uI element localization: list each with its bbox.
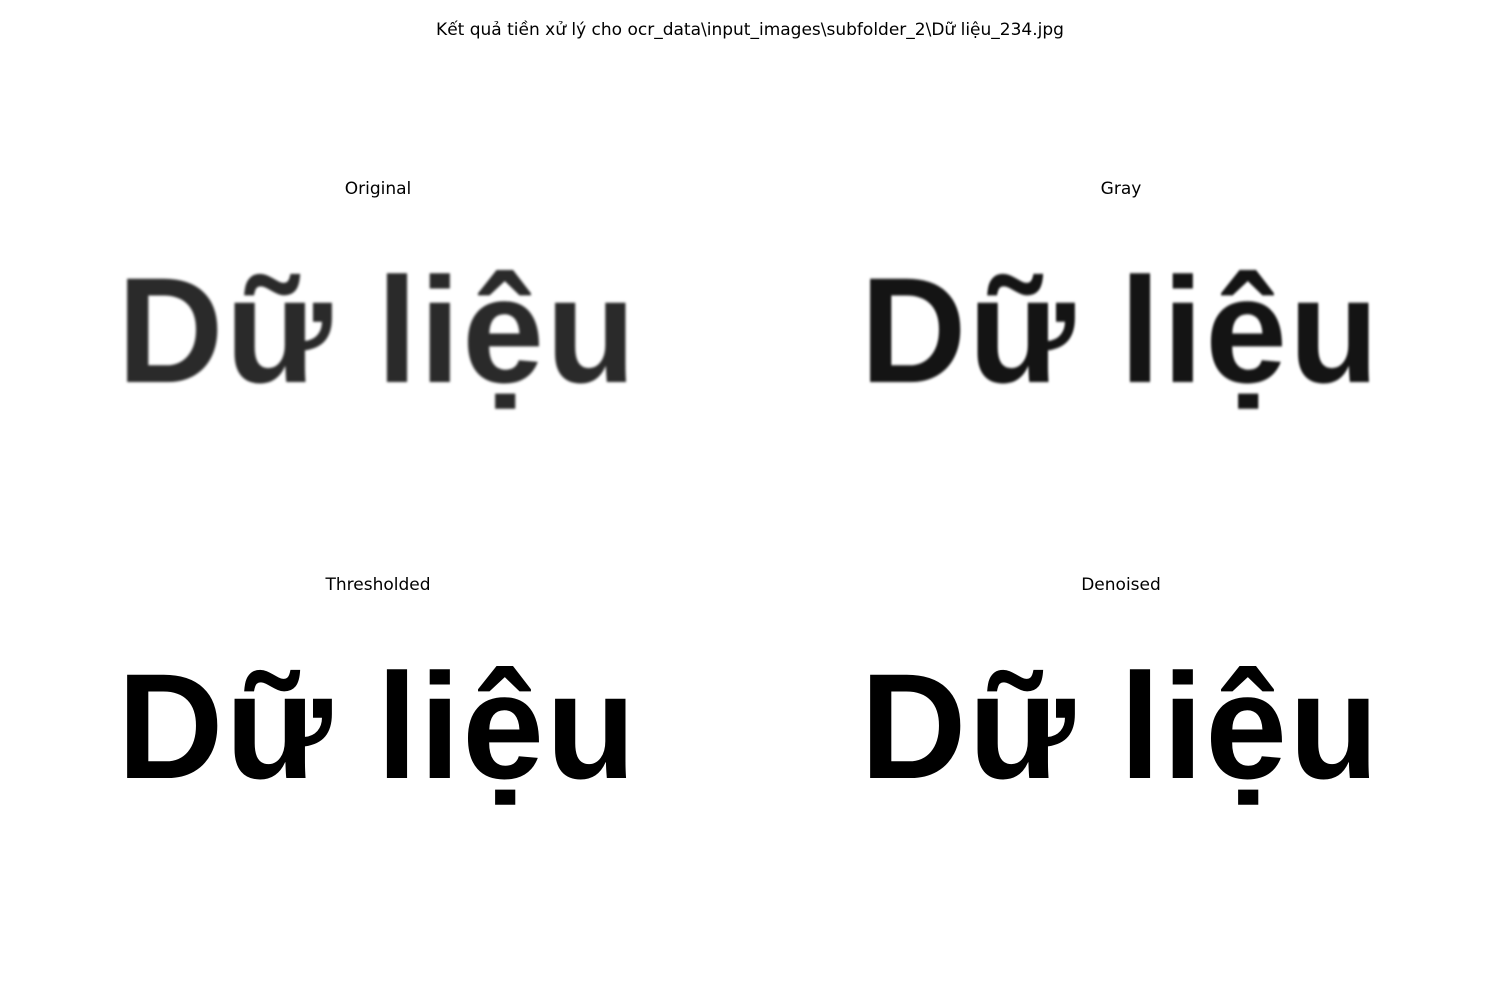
panel-title-denoised: Denoised [1081, 575, 1161, 595]
gray-image-text: Dữ liệu [860, 246, 1382, 414]
thresholded-image-text: Dữ liệu [117, 642, 639, 810]
figure-title: Kết quả tiền xử lý cho ocr_data\input_im… [436, 20, 1064, 40]
original-image-text: Dữ liệu [117, 246, 639, 414]
panel-original: Original Dữ liệu [18, 178, 738, 418]
panel-title-original: Original [344, 179, 412, 199]
panel-thresholded: Thresholded Dữ liệu [18, 574, 738, 814]
gray-image: Dữ liệu [761, 240, 1481, 420]
panel-title-gray: Gray [1100, 179, 1142, 199]
original-image: Dữ liệu [18, 240, 738, 420]
denoised-image-text: Dữ liệu [860, 642, 1382, 810]
panel-gray: Gray Dữ liệu [761, 178, 1481, 418]
panel-title-thresholded: Thresholded [325, 575, 431, 595]
panel-denoised: Denoised Dữ liệu [761, 574, 1481, 814]
denoised-image: Dữ liệu [761, 636, 1481, 816]
thresholded-image: Dữ liệu [18, 636, 738, 816]
